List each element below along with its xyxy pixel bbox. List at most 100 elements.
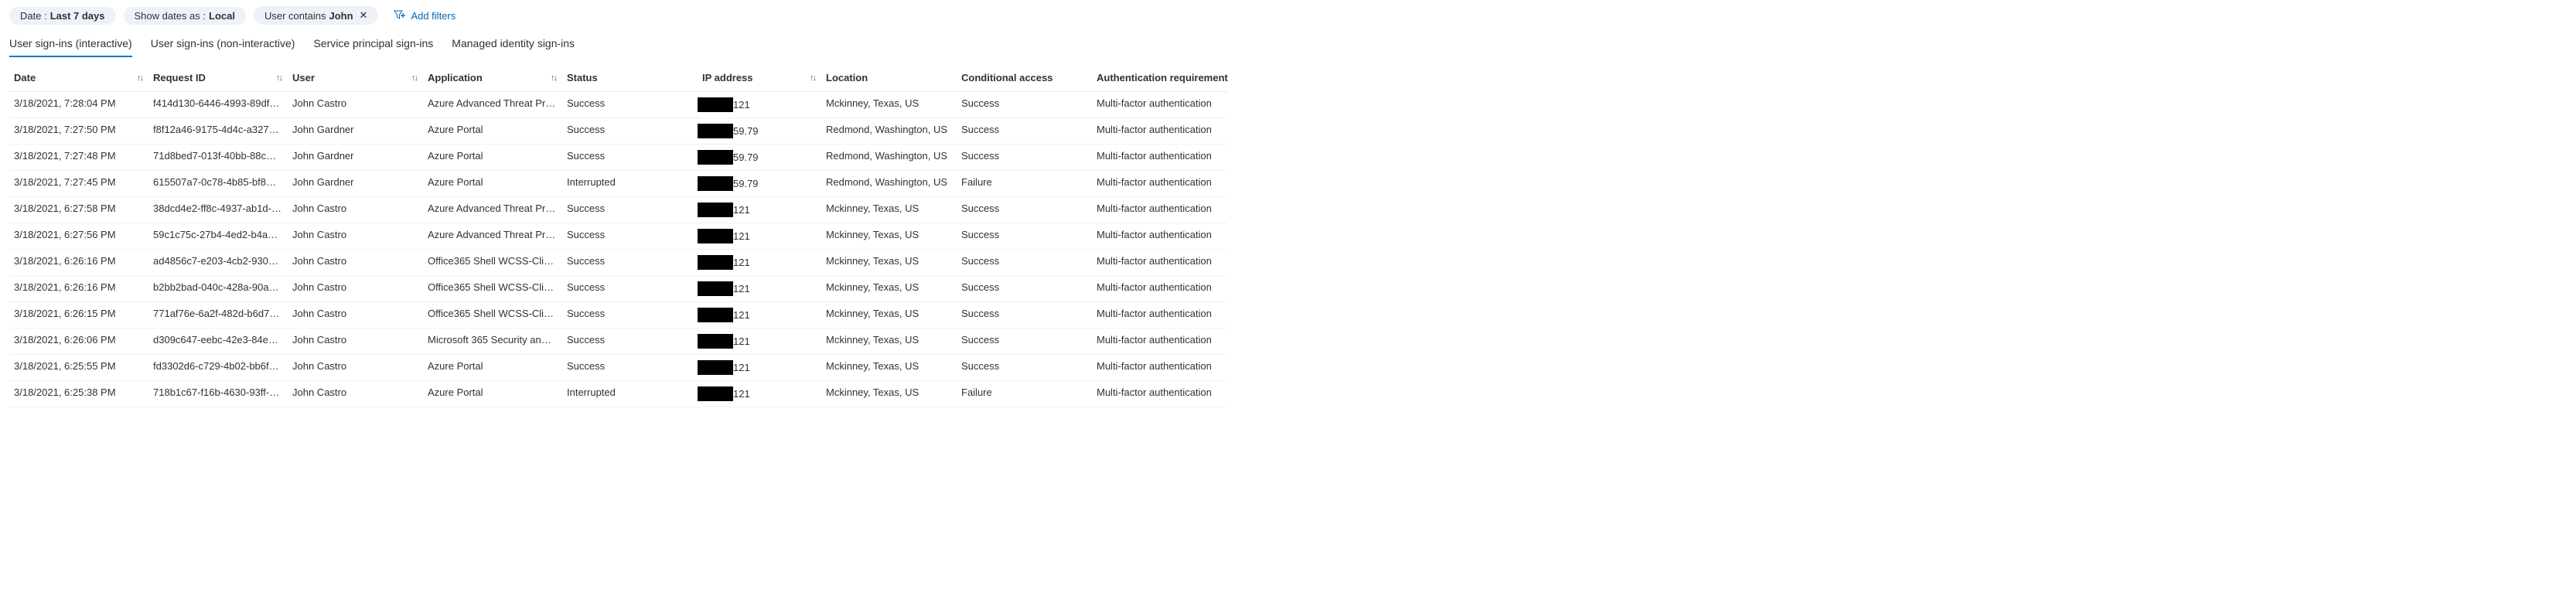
cell-location[interactable]: Redmond, Washington, US (821, 171, 957, 197)
cell-request-id[interactable]: d309c647-eebc-42e3-84ec-0ab46fea24... (148, 329, 288, 355)
cell-user[interactable]: John Castro (288, 302, 423, 329)
cell-status[interactable]: Success (562, 276, 698, 302)
cell-date[interactable]: 3/18/2021, 6:26:06 PM (9, 329, 148, 355)
cell-date[interactable]: 3/18/2021, 6:25:38 PM (9, 381, 148, 407)
cell-status[interactable]: Interrupted (562, 381, 698, 407)
cell-request-id[interactable]: 771af76e-6a2f-482d-b6d7-31db3a7e24... (148, 302, 288, 329)
cell-location[interactable]: Mckinney, Texas, US (821, 223, 957, 250)
cell-user[interactable]: John Gardner (288, 145, 423, 171)
cell-location[interactable]: Mckinney, Texas, US (821, 355, 957, 381)
cell-application[interactable]: Azure Portal (423, 118, 562, 145)
cell-date[interactable]: 3/18/2021, 6:27:58 PM (9, 197, 148, 223)
tab-1[interactable]: User sign-ins (non-interactive) (151, 32, 295, 57)
cell-application[interactable]: Azure Portal (423, 171, 562, 197)
column-header-4[interactable]: Status (562, 64, 698, 92)
cell-ip[interactable]: 121 (698, 276, 821, 302)
cell-request-id[interactable]: 38dcd4e2-ff8c-4937-ab1d-fd8ab17c0400 (148, 197, 288, 223)
cell-user[interactable]: John Castro (288, 329, 423, 355)
column-header-2[interactable]: User↑↓ (288, 64, 423, 92)
cell-location[interactable]: Mckinney, Texas, US (821, 381, 957, 407)
cell-auth-req[interactable]: Multi-factor authentication (1092, 223, 1227, 250)
cell-user[interactable]: John Castro (288, 197, 423, 223)
cell-ip[interactable]: 121 (698, 223, 821, 250)
sort-icon[interactable]: ↑↓ (551, 73, 556, 83)
cell-auth-req[interactable]: Multi-factor authentication (1092, 302, 1227, 329)
cell-location[interactable]: Mckinney, Texas, US (821, 250, 957, 276)
cell-auth-req[interactable]: Multi-factor authentication (1092, 381, 1227, 407)
cell-location[interactable]: Mckinney, Texas, US (821, 302, 957, 329)
cell-conditional-access[interactable]: Success (957, 118, 1092, 145)
cell-date[interactable]: 3/18/2021, 7:28:04 PM (9, 92, 148, 118)
cell-status[interactable]: Success (562, 145, 698, 171)
cell-conditional-access[interactable]: Success (957, 223, 1092, 250)
cell-date[interactable]: 3/18/2021, 7:27:45 PM (9, 171, 148, 197)
cell-ip[interactable]: 59.79 (698, 171, 821, 197)
cell-date[interactable]: 3/18/2021, 6:27:56 PM (9, 223, 148, 250)
cell-status[interactable]: Success (562, 92, 698, 118)
cell-ip[interactable]: 121 (698, 197, 821, 223)
cell-status[interactable]: Success (562, 329, 698, 355)
cell-status[interactable]: Success (562, 355, 698, 381)
cell-user[interactable]: John Gardner (288, 118, 423, 145)
cell-auth-req[interactable]: Multi-factor authentication (1092, 329, 1227, 355)
cell-user[interactable]: John Castro (288, 223, 423, 250)
cell-date[interactable]: 3/18/2021, 6:26:15 PM (9, 302, 148, 329)
cell-status[interactable]: Interrupted (562, 171, 698, 197)
column-header-6[interactable]: Location (821, 64, 957, 92)
cell-conditional-access[interactable]: Success (957, 145, 1092, 171)
cell-ip[interactable]: 121 (698, 329, 821, 355)
cell-location[interactable]: Mckinney, Texas, US (821, 197, 957, 223)
cell-status[interactable]: Success (562, 250, 698, 276)
cell-auth-req[interactable]: Multi-factor authentication (1092, 92, 1227, 118)
tab-2[interactable]: Service principal sign-ins (313, 32, 433, 57)
cell-ip[interactable]: 121 (698, 355, 821, 381)
column-header-8[interactable]: Authentication requirement (1092, 64, 1227, 92)
cell-ip[interactable]: 59.79 (698, 145, 821, 171)
cell-application[interactable]: Azure Advanced Threat Protection (423, 92, 562, 118)
tab-3[interactable]: Managed identity sign-ins (452, 32, 575, 57)
cell-user[interactable]: John Castro (288, 381, 423, 407)
filter-pill-date[interactable]: Date : Last 7 days (9, 7, 116, 25)
column-header-0[interactable]: Date↑↓ (9, 64, 148, 92)
cell-ip[interactable]: 121 (698, 92, 821, 118)
cell-user[interactable]: John Castro (288, 276, 423, 302)
cell-location[interactable]: Mckinney, Texas, US (821, 329, 957, 355)
cell-location[interactable]: Redmond, Washington, US (821, 145, 957, 171)
cell-auth-req[interactable]: Multi-factor authentication (1092, 145, 1227, 171)
cell-application[interactable]: Office365 Shell WCSS-Client (423, 302, 562, 329)
cell-date[interactable]: 3/18/2021, 7:27:50 PM (9, 118, 148, 145)
cell-auth-req[interactable]: Multi-factor authentication (1092, 355, 1227, 381)
cell-application[interactable]: Office365 Shell WCSS-Client (423, 250, 562, 276)
tab-0[interactable]: User sign-ins (interactive) (9, 32, 132, 57)
cell-date[interactable]: 3/18/2021, 6:25:55 PM (9, 355, 148, 381)
cell-date[interactable]: 3/18/2021, 6:26:16 PM (9, 276, 148, 302)
cell-request-id[interactable]: 59c1c75c-27b4-4ed2-b4ac-c89ca8d304... (148, 223, 288, 250)
cell-auth-req[interactable]: Multi-factor authentication (1092, 197, 1227, 223)
cell-application[interactable]: Azure Portal (423, 145, 562, 171)
filter-pill-user[interactable]: User contains John ✕ (254, 6, 378, 25)
cell-auth-req[interactable]: Multi-factor authentication (1092, 276, 1227, 302)
cell-conditional-access[interactable]: Success (957, 302, 1092, 329)
cell-request-id[interactable]: 71d8bed7-013f-40bb-88c5-620db1f127... (148, 145, 288, 171)
close-icon[interactable]: ✕ (360, 9, 368, 22)
cell-location[interactable]: Redmond, Washington, US (821, 118, 957, 145)
cell-request-id[interactable]: f414d130-6446-4993-89df-8a05720609... (148, 92, 288, 118)
sort-icon[interactable]: ↑↓ (137, 73, 142, 83)
column-header-1[interactable]: Request ID↑↓ (148, 64, 288, 92)
cell-conditional-access[interactable]: Failure (957, 381, 1092, 407)
cell-location[interactable]: Mckinney, Texas, US (821, 276, 957, 302)
cell-application[interactable]: Azure Portal (423, 381, 562, 407)
cell-conditional-access[interactable]: Success (957, 355, 1092, 381)
cell-ip[interactable]: 121 (698, 302, 821, 329)
cell-ip[interactable]: 121 (698, 250, 821, 276)
cell-request-id[interactable]: 718b1c67-f16b-4630-93ff-e0b979016601 (148, 381, 288, 407)
sort-icon[interactable]: ↑↓ (276, 73, 281, 83)
cell-status[interactable]: Success (562, 223, 698, 250)
cell-request-id[interactable]: b2bb2bad-040c-428a-90ad-352895a40... (148, 276, 288, 302)
cell-status[interactable]: Success (562, 118, 698, 145)
cell-conditional-access[interactable]: Success (957, 276, 1092, 302)
add-filters-button[interactable]: Add filters (386, 6, 463, 25)
cell-request-id[interactable]: f8f12a46-9175-4d4c-a327-a378c0f91900 (148, 118, 288, 145)
cell-application[interactable]: Azure Advanced Threat Protection (423, 197, 562, 223)
cell-user[interactable]: John Castro (288, 250, 423, 276)
